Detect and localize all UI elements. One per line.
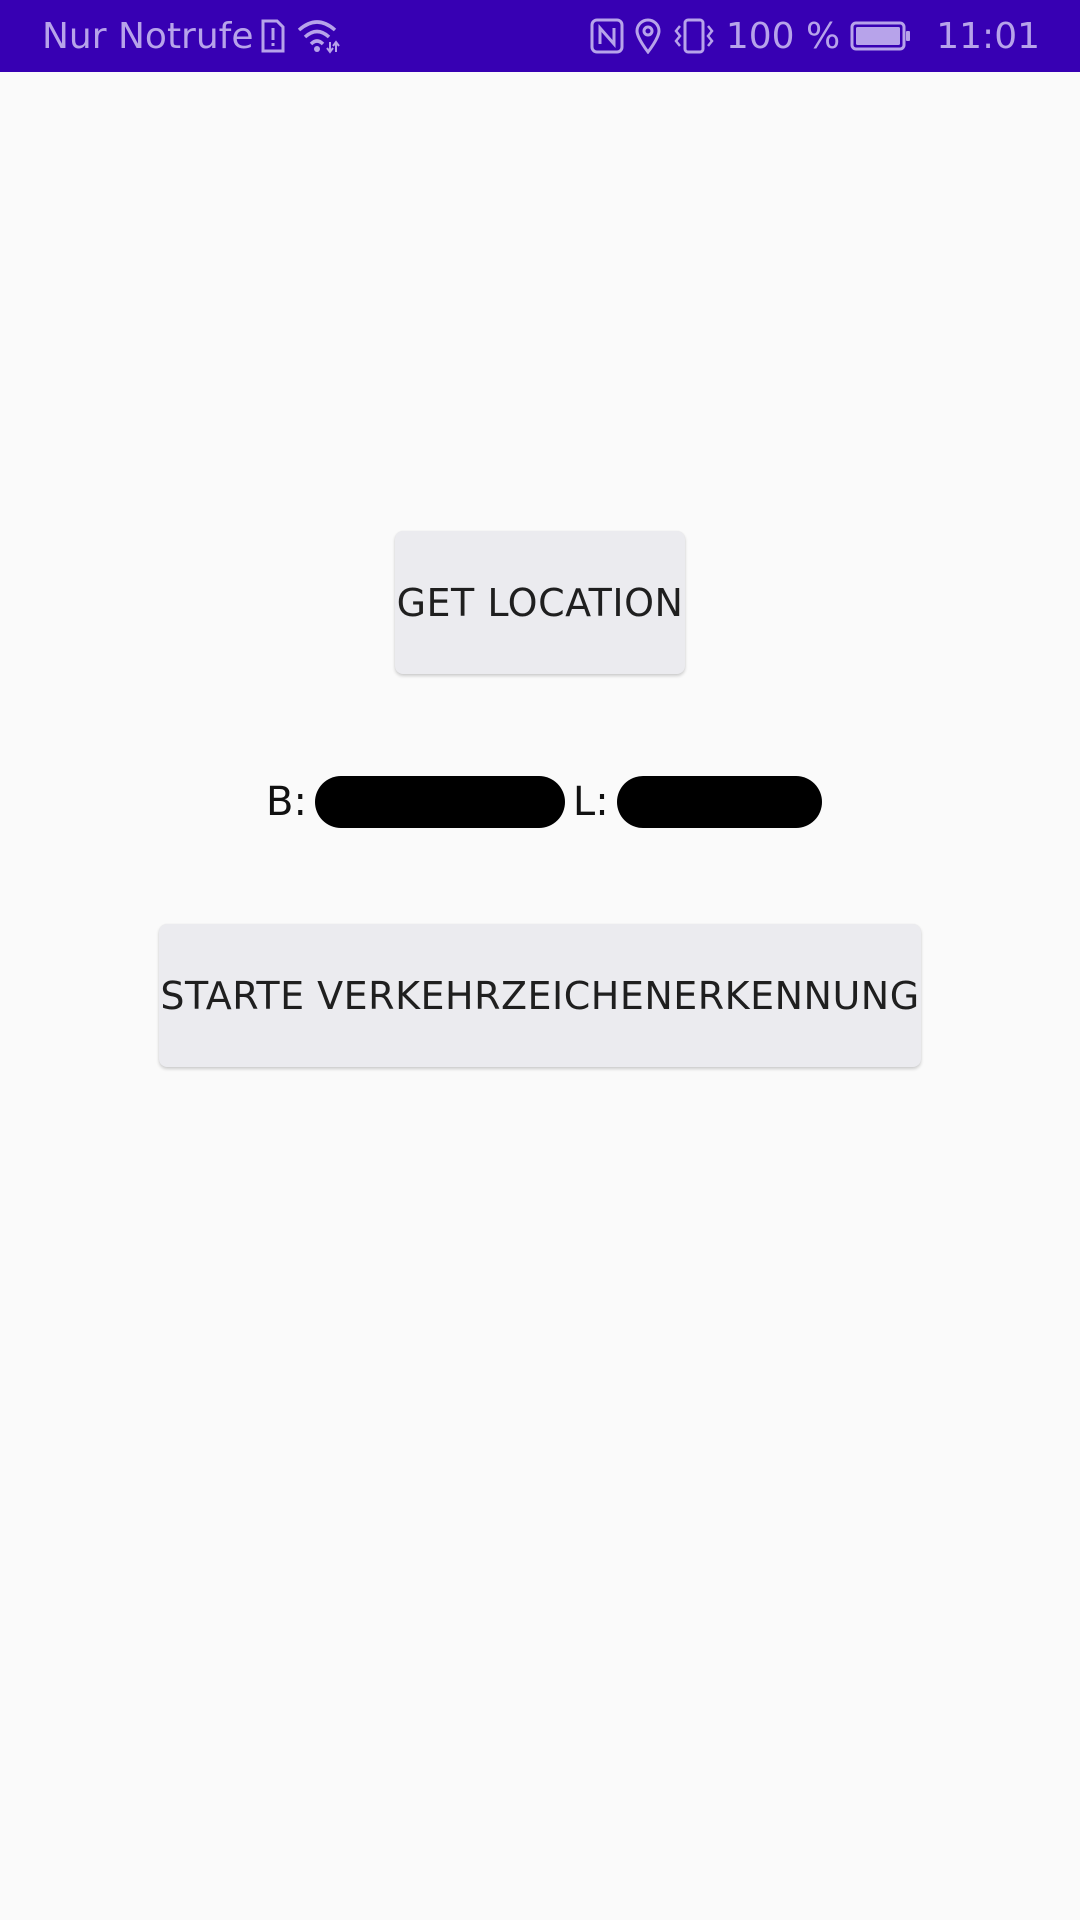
battery-percentage: 100 % xyxy=(725,15,841,57)
longitude-label: L: xyxy=(572,779,609,825)
location-icon xyxy=(634,18,662,54)
get-location-button[interactable]: GET LOCATION xyxy=(395,531,685,674)
latitude-value-redacted xyxy=(314,776,565,828)
wifi-icon xyxy=(296,18,340,54)
coordinates-row: B: L: xyxy=(266,770,822,834)
nfc-icon xyxy=(590,18,624,54)
carrier-label: Nur Notrufe xyxy=(42,15,254,57)
clock: 11:01 xyxy=(936,15,1040,57)
status-bar-left: Nur Notrufe xyxy=(42,0,350,72)
battery-icon xyxy=(850,20,912,52)
sim-alert-icon xyxy=(260,19,286,53)
vibrate-icon xyxy=(672,18,716,54)
status-bar-right: 100 % 11:01 xyxy=(590,0,1040,72)
start-traffic-sign-recognition-button[interactable]: STARTE VERKEHRZEICHENERKENNUNG xyxy=(159,924,921,1067)
longitude-value-redacted xyxy=(616,776,822,828)
latitude-label: B: xyxy=(266,779,307,825)
status-bar: Nur Notrufe 100 % 11:01 xyxy=(0,0,1080,72)
